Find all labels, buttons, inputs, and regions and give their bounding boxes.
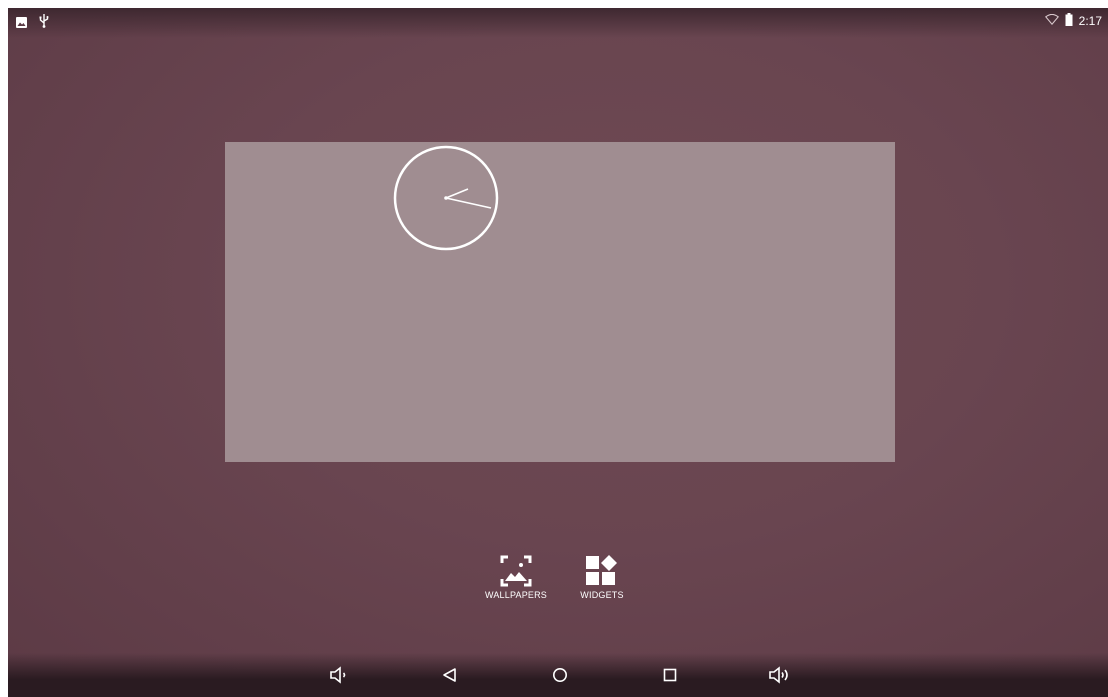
home-page-preview[interactable] [225,142,895,462]
wallpapers-label: WALLPAPERS [484,590,548,600]
recents-icon [662,667,678,688]
battery-icon [1065,13,1073,29]
volume-down-icon [329,665,351,689]
recents-button[interactable] [654,665,686,689]
analog-clock-widget[interactable] [393,145,499,251]
volume-down-button[interactable] [324,665,356,689]
volume-up-icon [768,665,792,689]
back-icon [442,667,458,688]
wallpaper-icon [471,555,561,587]
wifi-icon [1044,13,1059,28]
wallpapers-button[interactable]: WALLPAPERS [471,555,561,600]
home-screen: 2:17 WALLPAPERS WIDGETS [8,8,1108,697]
status-time: 2:17 [1078,14,1102,28]
widgets-label: WIDGETS [580,590,624,600]
widgets-button[interactable]: WIDGETS [557,555,647,600]
usb-icon [39,14,49,33]
status-bar: 2:17 [8,8,1108,38]
image-notification-icon [16,15,27,33]
navigation-bar [8,653,1108,697]
volume-up-button[interactable] [764,665,796,689]
back-button[interactable] [434,665,466,689]
home-icon [552,667,568,688]
overview-actions: WALLPAPERS WIDGETS [8,555,1108,615]
home-button[interactable] [544,665,576,689]
widgets-icon [557,555,647,587]
